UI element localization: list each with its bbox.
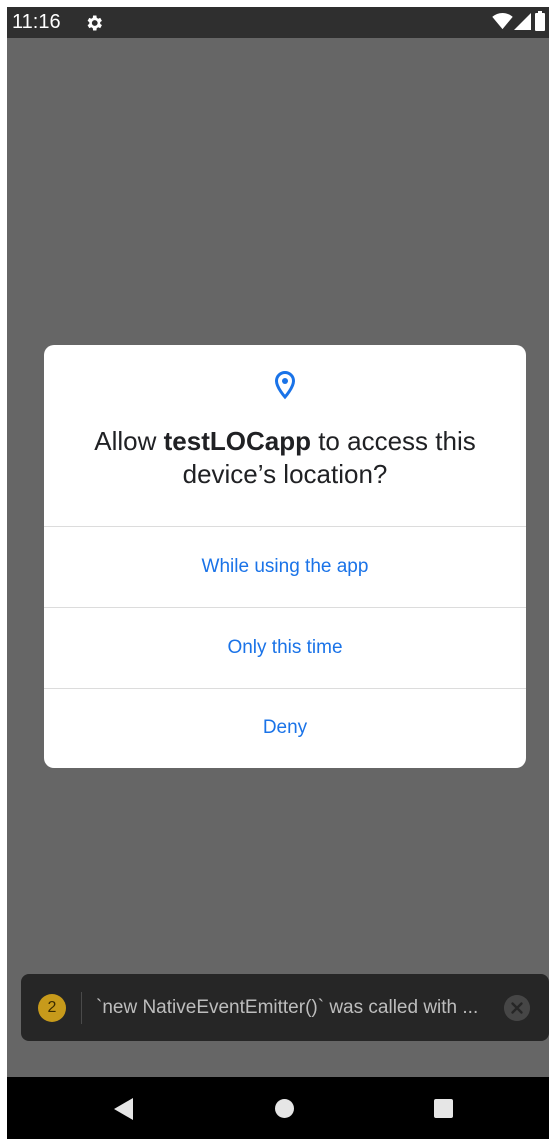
location-permission-dialog: Allow testLOCapp to access this device’s… (44, 345, 526, 768)
location-pin-icon (274, 370, 296, 400)
app-name: testLOCapp (163, 426, 311, 456)
dialog-title: Allow testLOCapp to access this device’s… (64, 425, 506, 491)
only-this-time-button[interactable]: Only this time (44, 608, 526, 688)
toast-message: `new NativeEventEmitter()` was called wi… (96, 997, 479, 1018)
home-icon[interactable] (275, 1099, 294, 1118)
phone-screen: 11:16 Allow testLOCapp to access this de… (7, 7, 549, 1139)
while-using-app-button[interactable]: While using the app (44, 527, 526, 607)
deny-button[interactable]: Deny (44, 688, 526, 768)
status-bar: 11:16 (7, 7, 549, 38)
back-icon[interactable] (114, 1098, 133, 1120)
toast-divider (81, 992, 82, 1024)
warning-count-badge: 2 (38, 994, 66, 1022)
close-icon[interactable] (504, 995, 530, 1021)
wifi-icon (492, 13, 513, 30)
signal-icon (514, 13, 531, 30)
recents-icon[interactable] (434, 1099, 453, 1118)
title-prefix: Allow (94, 426, 164, 456)
status-time: 11:16 (12, 11, 61, 33)
battery-icon (535, 11, 545, 31)
warning-toast[interactable]: 2 `new NativeEventEmitter()` was called … (21, 974, 549, 1041)
navigation-bar (7, 1077, 549, 1139)
settings-icon (87, 15, 102, 31)
